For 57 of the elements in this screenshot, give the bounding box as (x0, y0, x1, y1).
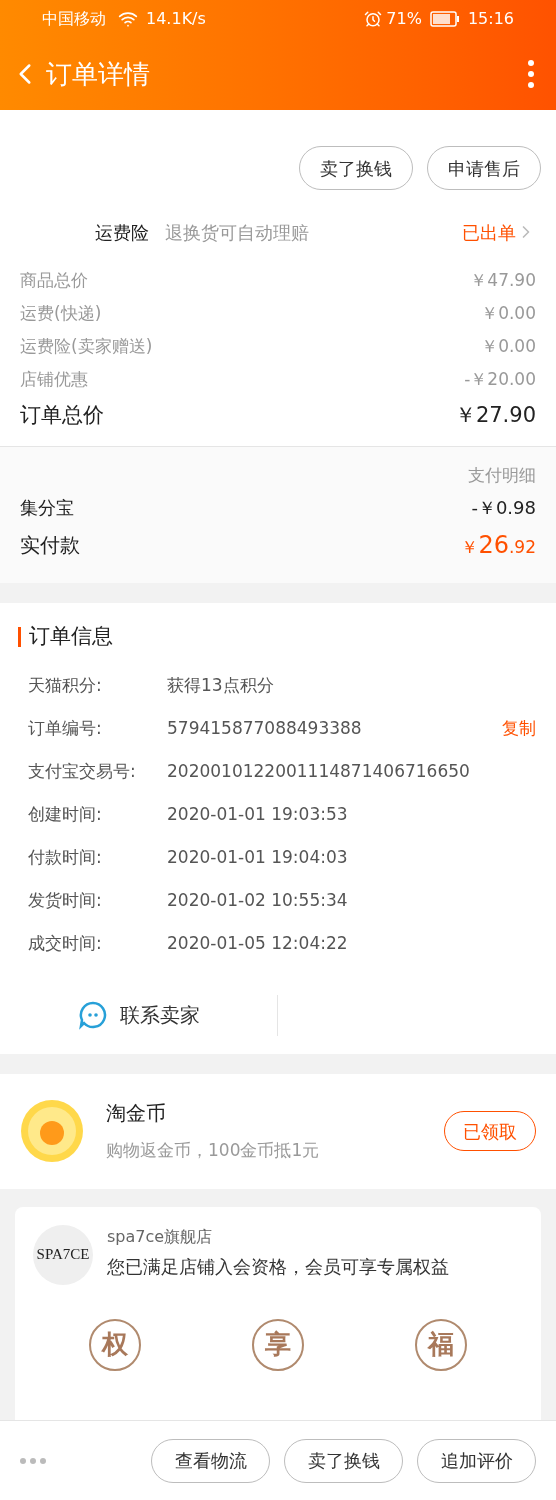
info-value: 579415877088493388 (167, 717, 362, 741)
insurance-description: 退换货可自动理赔 (165, 220, 309, 245)
carrier-text: 中国移动 (42, 8, 106, 30)
info-value: 2020010122001114871406716650 (167, 760, 470, 784)
wifi-icon (118, 9, 138, 29)
battery-percent: 71% (386, 8, 422, 30)
price-label: 运费险(卖家赠送) (20, 334, 153, 358)
store-name: spa7ce旗舰店 (107, 1225, 214, 1248)
coin-icon (20, 1099, 84, 1163)
benefit-badge: 福 (415, 1318, 467, 1371)
section-title: 订单信息 (29, 622, 113, 650)
info-label: 支付宝交易号: (28, 760, 137, 784)
footer-action-button[interactable]: 卖了换钱 (284, 1438, 403, 1483)
price-value: ￥0.00 (481, 301, 536, 325)
battery-icon (429, 11, 460, 27)
more-dots-icon[interactable] (20, 1457, 46, 1464)
paid-label: 实付款 (20, 531, 80, 559)
alarm-icon (364, 10, 383, 28)
benefit-badge: 享 (252, 1318, 304, 1371)
store-logo: SPA7CE (33, 1224, 93, 1285)
points-value: -￥0.98 (471, 496, 536, 520)
total-label: 订单总价 (20, 402, 104, 430)
benefit-badge: 权 (89, 1318, 141, 1371)
price-value: -￥20.00 (464, 367, 536, 391)
info-value: 2020-01-01 19:04:03 (167, 846, 348, 870)
info-label: 成交时间: (28, 932, 103, 956)
network-speed: 14.1K/s (146, 8, 206, 30)
page-title: 订单详情 (46, 57, 150, 91)
action-button[interactable]: 卖了换钱 (299, 146, 413, 190)
price-label: 店铺优惠 (20, 367, 88, 391)
coins-title: 淘金币 (106, 1100, 167, 1128)
membership-message: 您已满足店铺入会资格，会员可享专属权益 (107, 1254, 449, 1279)
points-label: 集分宝 (20, 496, 74, 520)
action-button[interactable]: 申请售后 (427, 146, 541, 190)
footer-action-button[interactable]: 追加评价 (417, 1438, 536, 1483)
info-label: 天猫积分: (28, 674, 103, 698)
insurance-label: 运费险 (95, 220, 149, 245)
clock-time: 15:16 (467, 8, 514, 30)
total-value: ￥27.90 (454, 402, 536, 430)
info-value: 获得13点积分 (167, 674, 274, 698)
info-label: 订单编号: (28, 717, 103, 741)
info-label: 付款时间: (28, 846, 103, 870)
paid-amount: ￥26.92 (461, 529, 536, 561)
coins-description: 购物返金币，100金币抵1元 (106, 1139, 320, 1163)
info-value: 2020-01-05 12:04:22 (167, 932, 348, 956)
price-value: ￥47.90 (470, 268, 536, 292)
more-menu-icon[interactable] (526, 60, 536, 88)
price-label: 运费(快递) (20, 301, 102, 325)
info-label: 创建时间: (28, 803, 103, 827)
price-value: ￥0.00 (481, 334, 536, 358)
chat-bubble-icon (77, 1000, 108, 1030)
info-value: 2020-01-02 10:55:34 (167, 889, 348, 913)
info-value: 2020-01-01 19:03:53 (167, 803, 348, 827)
info-label: 发货时间: (28, 889, 103, 913)
contact-seller-button[interactable]: 联系卖家 (0, 994, 278, 1036)
footer-action-button[interactable]: 查看物流 (151, 1438, 270, 1483)
price-label: 商品总价 (20, 268, 88, 292)
